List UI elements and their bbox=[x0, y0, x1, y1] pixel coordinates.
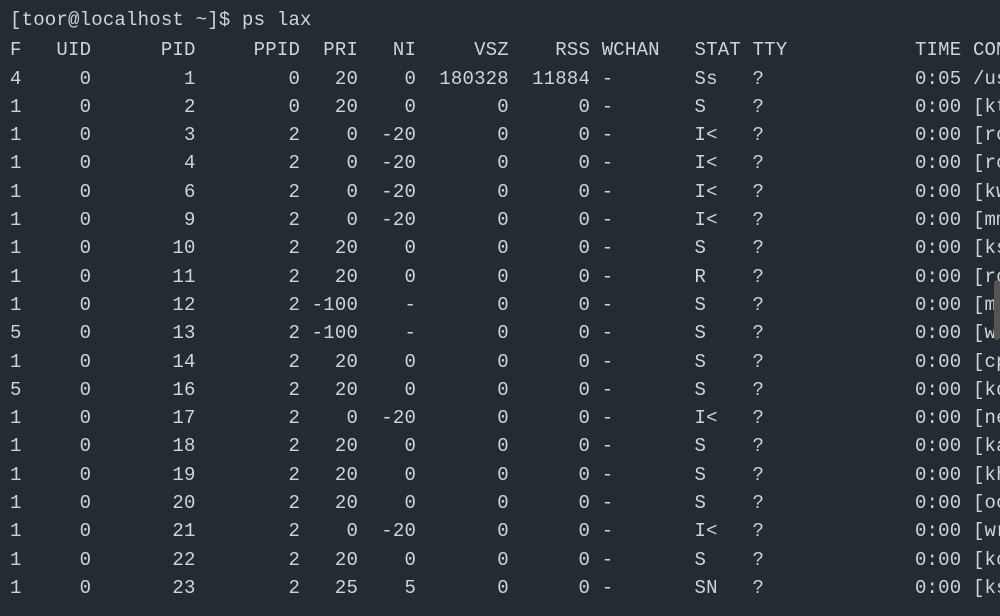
process-row: 5 0 13 2 -100 - 0 0 - S ? 0:00 [watchd bbox=[10, 319, 990, 347]
ps-output-rows: 4 0 1 0 20 0 180328 11884 - Ss ? 0:05 /u… bbox=[10, 65, 990, 603]
process-row: 1 0 19 2 20 0 0 0 - S ? 0:00 [khungt bbox=[10, 461, 990, 489]
process-row: 1 0 10 2 20 0 0 0 - S ? 0:00 [ksofti bbox=[10, 234, 990, 262]
command-text: ps lax bbox=[242, 9, 312, 31]
process-row: 1 0 11 2 20 0 0 0 - R ? 0:00 [rcu_sc bbox=[10, 263, 990, 291]
process-row: 1 0 12 2 -100 - 0 0 - S ? 0:00 [migrat bbox=[10, 291, 990, 319]
process-row: 1 0 21 2 0 -20 0 0 - I< ? 0:00 [writeb bbox=[10, 517, 990, 545]
process-row: 1 0 22 2 20 0 0 0 - S ? 0:00 [kcompa bbox=[10, 546, 990, 574]
process-row: 1 0 3 2 0 -20 0 0 - I< ? 0:00 [rcu_gp bbox=[10, 121, 990, 149]
scrollbar-thumb[interactable] bbox=[994, 280, 1000, 340]
process-row: 1 0 20 2 20 0 0 0 - S ? 0:00 [oom_re bbox=[10, 489, 990, 517]
process-row: 1 0 4 2 0 -20 0 0 - I< ? 0:00 [rcu_pa bbox=[10, 149, 990, 177]
process-row: 5 0 16 2 20 0 0 0 - S ? 0:00 [kdevtm bbox=[10, 376, 990, 404]
process-row: 1 0 6 2 0 -20 0 0 - I< ? 0:00 [kworke bbox=[10, 178, 990, 206]
process-row: 1 0 14 2 20 0 0 0 - S ? 0:00 [cpuhp/ bbox=[10, 348, 990, 376]
process-row: 4 0 1 0 20 0 180328 11884 - Ss ? 0:05 /u… bbox=[10, 65, 990, 93]
shell-prompt: [toor@localhost ~]$ bbox=[10, 9, 242, 31]
process-row: 1 0 2 0 20 0 0 0 - S ? 0:00 [kthrea bbox=[10, 93, 990, 121]
process-row: 1 0 9 2 0 -20 0 0 - I< ? 0:00 [mm_per bbox=[10, 206, 990, 234]
ps-header-row: F UID PID PPID PRI NI VSZ RSS WCHAN STAT… bbox=[10, 36, 990, 64]
process-row: 1 0 18 2 20 0 0 0 - S ? 0:00 [kaudit bbox=[10, 432, 990, 460]
process-row: 1 0 17 2 0 -20 0 0 - I< ? 0:00 [netns] bbox=[10, 404, 990, 432]
terminal-window[interactable]: [toor@localhost ~]$ ps lax F UID PID PPI… bbox=[10, 6, 990, 610]
process-row: 1 0 23 2 25 5 0 0 - SN ? 0:00 [ksmd] bbox=[10, 574, 990, 602]
prompt-line: [toor@localhost ~]$ ps lax bbox=[10, 6, 990, 34]
